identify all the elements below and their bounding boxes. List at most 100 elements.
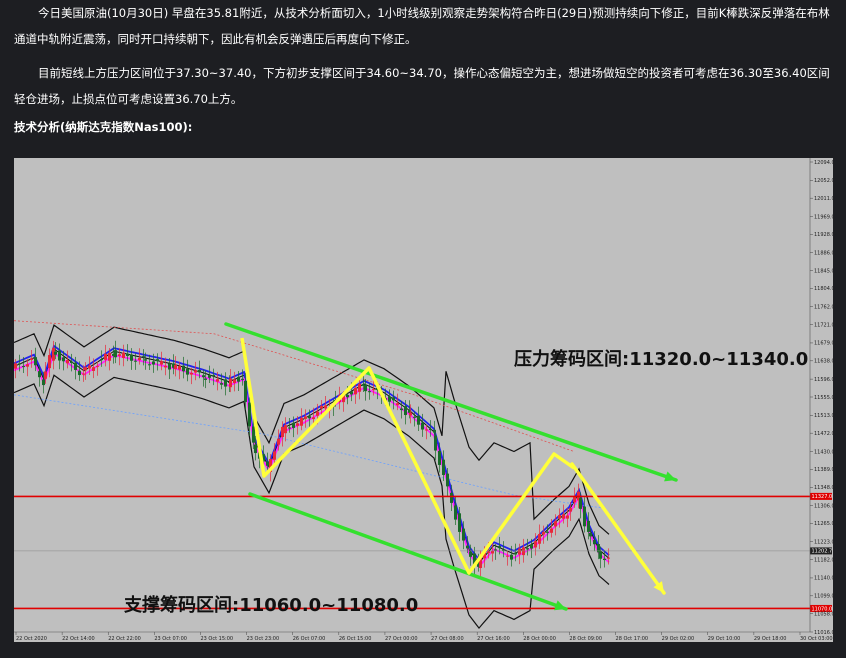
candle-body: [30, 358, 33, 360]
candle-body: [538, 533, 541, 544]
candle-body: [579, 497, 582, 509]
support-annotation: 支撑筹码区间:11060.0~11080.0: [123, 594, 418, 616]
candle-body: [589, 532, 592, 537]
candle-body: [164, 365, 167, 368]
y-tick-label: 11472.0: [814, 431, 833, 437]
y-tick-label: 11513.0: [814, 413, 833, 419]
candle-body: [66, 360, 69, 364]
candle-body: [494, 549, 497, 551]
candle-body: [18, 363, 21, 365]
candle-body: [573, 496, 576, 503]
candle-body: [530, 544, 533, 549]
candle-body: [458, 513, 461, 532]
candle-body: [277, 438, 280, 445]
trend-arrow-upper: [224, 322, 678, 482]
y-tick-label: 11182.0: [814, 557, 833, 563]
candle-body: [224, 379, 227, 387]
candle-body: [300, 417, 303, 426]
candle-body: [212, 375, 215, 377]
candle-body: [216, 379, 219, 382]
candle-body: [462, 528, 465, 541]
section-heading: 技术分析(纳斯达克指数Nas100):: [14, 120, 193, 134]
current-price-label: 11202.7: [812, 549, 833, 555]
candle-body: [126, 353, 129, 356]
y-tick-label: 11804.0: [814, 286, 833, 292]
candle-body: [122, 352, 125, 359]
candle-body: [400, 408, 403, 411]
y-tick-label: 11430.0: [814, 449, 833, 455]
candle-body: [88, 365, 91, 369]
y-tick-label: 11016.0: [814, 630, 833, 636]
candle-body: [396, 403, 399, 406]
candle-body: [320, 405, 323, 409]
candle-body: [74, 362, 77, 370]
candle-body: [284, 425, 287, 434]
candle-body: [599, 551, 602, 559]
x-tick-label: 23 Oct 23:00: [247, 636, 280, 642]
candle-body: [108, 353, 111, 361]
candle-body: [434, 435, 437, 451]
candle-body: [569, 508, 572, 512]
candle-body: [198, 369, 201, 373]
candle-body: [446, 473, 449, 487]
candle-body: [156, 359, 159, 362]
candle-body: [281, 426, 284, 438]
candle-body: [566, 515, 569, 519]
y-tick-label: 11969.0: [814, 214, 833, 220]
x-tick-label: 29 Oct 18:00: [754, 636, 787, 642]
candle-body: [292, 422, 295, 428]
article-paragraph-1: 今日美国原油(10月30日) 早盘在35.81附近，从技术分析面切入，1小时线级…: [14, 6, 830, 46]
candle-body: [58, 350, 61, 361]
y-tick-label: 11223.0: [814, 540, 833, 546]
candle-body: [409, 412, 412, 416]
candle-body: [316, 411, 319, 416]
y-tick-label: 12011.0: [814, 196, 833, 202]
candle-body: [220, 383, 223, 385]
candle-body: [142, 356, 145, 358]
candle-body: [144, 359, 147, 361]
candle-body: [204, 378, 207, 380]
candle-body: [233, 379, 236, 383]
candle-body: [372, 389, 375, 391]
candle-body: [312, 417, 315, 420]
candle-body: [252, 426, 255, 443]
candle-body: [417, 415, 420, 425]
candle-body: [78, 370, 81, 376]
wave-arrow-down: [570, 462, 666, 595]
y-tick-label: 11348.0: [814, 485, 833, 491]
candle-body: [254, 444, 257, 454]
candle-body: [587, 520, 590, 532]
y-tick-label: 11679.0: [814, 341, 833, 347]
y-tick-label: 12094.0: [814, 160, 833, 166]
candle-body: [392, 397, 395, 401]
candle-body: [168, 363, 171, 370]
candle-body: [368, 391, 371, 393]
article-paragraph-2: 目前短线上方压力区间位于37.30~37.40，下方初步支撑区间于34.60~3…: [14, 66, 830, 106]
y-tick-label: 11845.0: [814, 268, 833, 274]
x-tick-label: 23 Oct 07:00: [154, 636, 187, 642]
candle-body: [138, 357, 141, 361]
candle-body: [526, 548, 529, 550]
candle-body: [44, 371, 47, 379]
x-tick-label: 26 Oct 15:00: [339, 636, 372, 642]
candle-body: [190, 372, 193, 375]
candle-body: [364, 384, 367, 392]
trend-arrow-upper-head: [664, 471, 676, 482]
candle-body: [350, 391, 353, 395]
candle-body: [358, 383, 361, 392]
y-tick-label: 11058.0: [814, 611, 833, 617]
candle-body: [413, 416, 416, 418]
candle-body: [421, 422, 424, 430]
candle-body: [546, 531, 549, 533]
candle-body: [607, 557, 610, 559]
candle-body: [542, 531, 545, 535]
candle-body: [429, 428, 432, 430]
y-tick-label: 11928.0: [814, 232, 833, 238]
y-tick-label: 11886.0: [814, 250, 833, 256]
candle-body: [241, 378, 244, 380]
candle-body: [248, 402, 251, 427]
candle-body: [534, 541, 537, 548]
candle-body: [518, 548, 521, 555]
candle-body: [296, 423, 299, 426]
y-tick-label: 11638.0: [814, 359, 833, 365]
